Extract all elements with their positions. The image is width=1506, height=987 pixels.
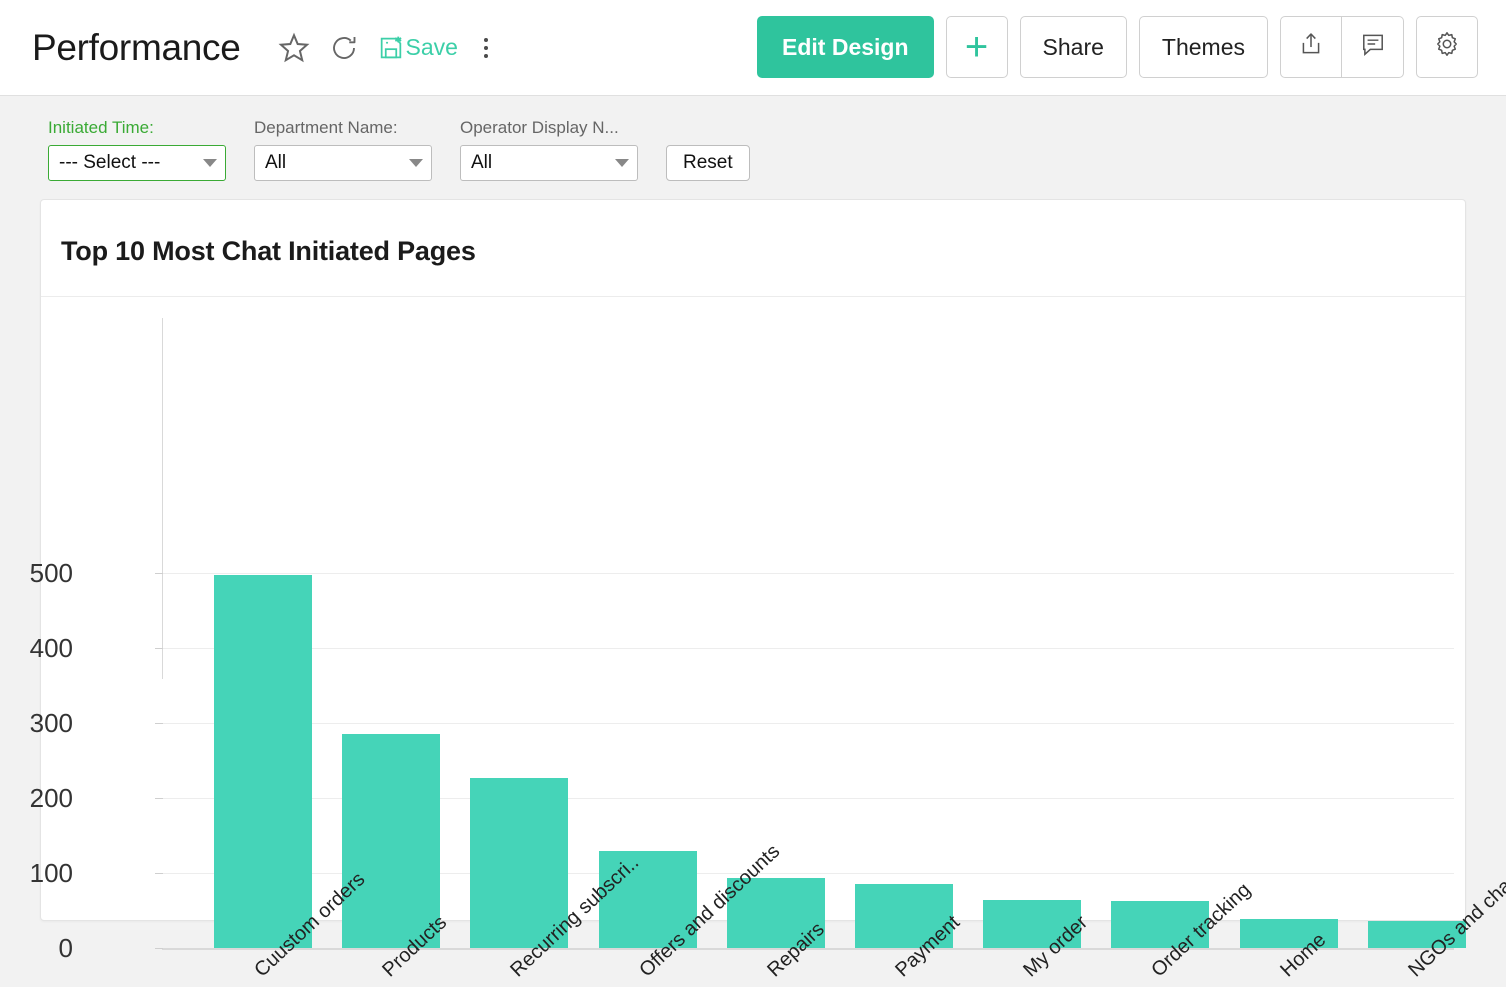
chevron-down-icon	[409, 159, 423, 167]
y-axis-tick	[155, 948, 163, 949]
comment-icon	[1360, 31, 1386, 63]
y-axis-tick	[155, 573, 163, 574]
filter-department-name: Department Name: All	[254, 118, 432, 181]
app-header: Performance Save Edit Design + Share The…	[0, 0, 1506, 96]
page-title: Performance	[32, 26, 241, 68]
operator-display-name-value: All	[471, 152, 493, 173]
filter-label: Operator Display N...	[460, 118, 619, 137]
header-actions: Edit Design + Share Themes	[757, 16, 1478, 78]
y-axis-line	[162, 318, 163, 679]
y-axis-tick	[155, 873, 163, 874]
favorite-icon[interactable]	[277, 31, 311, 65]
plus-icon: +	[964, 25, 989, 69]
y-axis-tick-label: 500	[29, 558, 73, 588]
filter-label: Department Name:	[254, 118, 398, 137]
y-axis-tick	[155, 648, 163, 649]
gridline	[162, 648, 1454, 649]
themes-button[interactable]: Themes	[1138, 16, 1268, 78]
initiated-time-value: --- Select ---	[59, 152, 161, 173]
add-button[interactable]: +	[945, 16, 1008, 78]
save-button[interactable]: Save	[377, 34, 458, 62]
share-button[interactable]: Share	[1019, 16, 1127, 78]
chart-title: Top 10 Most Chat Initiated Pages	[61, 236, 476, 266]
refresh-icon[interactable]	[329, 33, 359, 63]
bar[interactable]	[342, 734, 441, 948]
department-name-value: All	[265, 152, 287, 173]
initiated-time-select[interactable]: --- Select ---	[48, 145, 226, 181]
bar[interactable]	[214, 575, 312, 948]
chevron-down-icon	[203, 159, 217, 167]
gridline	[162, 573, 1454, 574]
y-axis-tick	[155, 798, 163, 799]
filter-label: Initiated Time:	[48, 118, 154, 137]
export-button[interactable]	[1280, 16, 1342, 78]
settings-button[interactable]	[1416, 16, 1478, 78]
chevron-down-icon	[615, 159, 629, 167]
more-options-icon[interactable]	[474, 33, 498, 63]
save-disk-icon	[377, 34, 405, 62]
y-axis-tick-label: 0	[58, 933, 73, 963]
card-divider	[41, 296, 1465, 297]
save-label: Save	[405, 34, 458, 60]
bar-chart-plot: 0 100 200 300 400 500 Cuustom orders Products R…	[30, 300, 1506, 981]
filter-bar: Initiated Time: --- Select --- Departmen…	[0, 96, 1506, 199]
gear-icon	[1433, 30, 1461, 64]
comment-button[interactable]	[1342, 16, 1404, 78]
title-tools: Save	[277, 31, 498, 65]
gridline	[162, 723, 1454, 724]
y-axis-tick-label: 300	[29, 708, 73, 738]
y-axis-tick-label: 200	[29, 783, 73, 813]
y-axis-tick	[155, 723, 163, 724]
y-axis-tick-label: 400	[29, 633, 73, 663]
department-name-select[interactable]: All	[254, 145, 432, 181]
filter-operator-display-name: Operator Display N... All	[460, 118, 638, 181]
x-axis-tick-label: NGOs and charity	[1404, 856, 1506, 982]
edit-design-button[interactable]: Edit Design	[757, 16, 934, 78]
operator-display-name-select[interactable]: All	[460, 145, 638, 181]
export-icon	[1298, 31, 1324, 63]
reset-button[interactable]: Reset	[666, 145, 750, 181]
filter-initiated-time: Initiated Time: --- Select ---	[48, 118, 226, 181]
chart-card: Top 10 Most Chat Initiated Pages 0 100 200…	[30, 199, 1506, 981]
header-icon-group	[1280, 16, 1404, 78]
y-axis-tick-label: 100	[29, 858, 73, 888]
